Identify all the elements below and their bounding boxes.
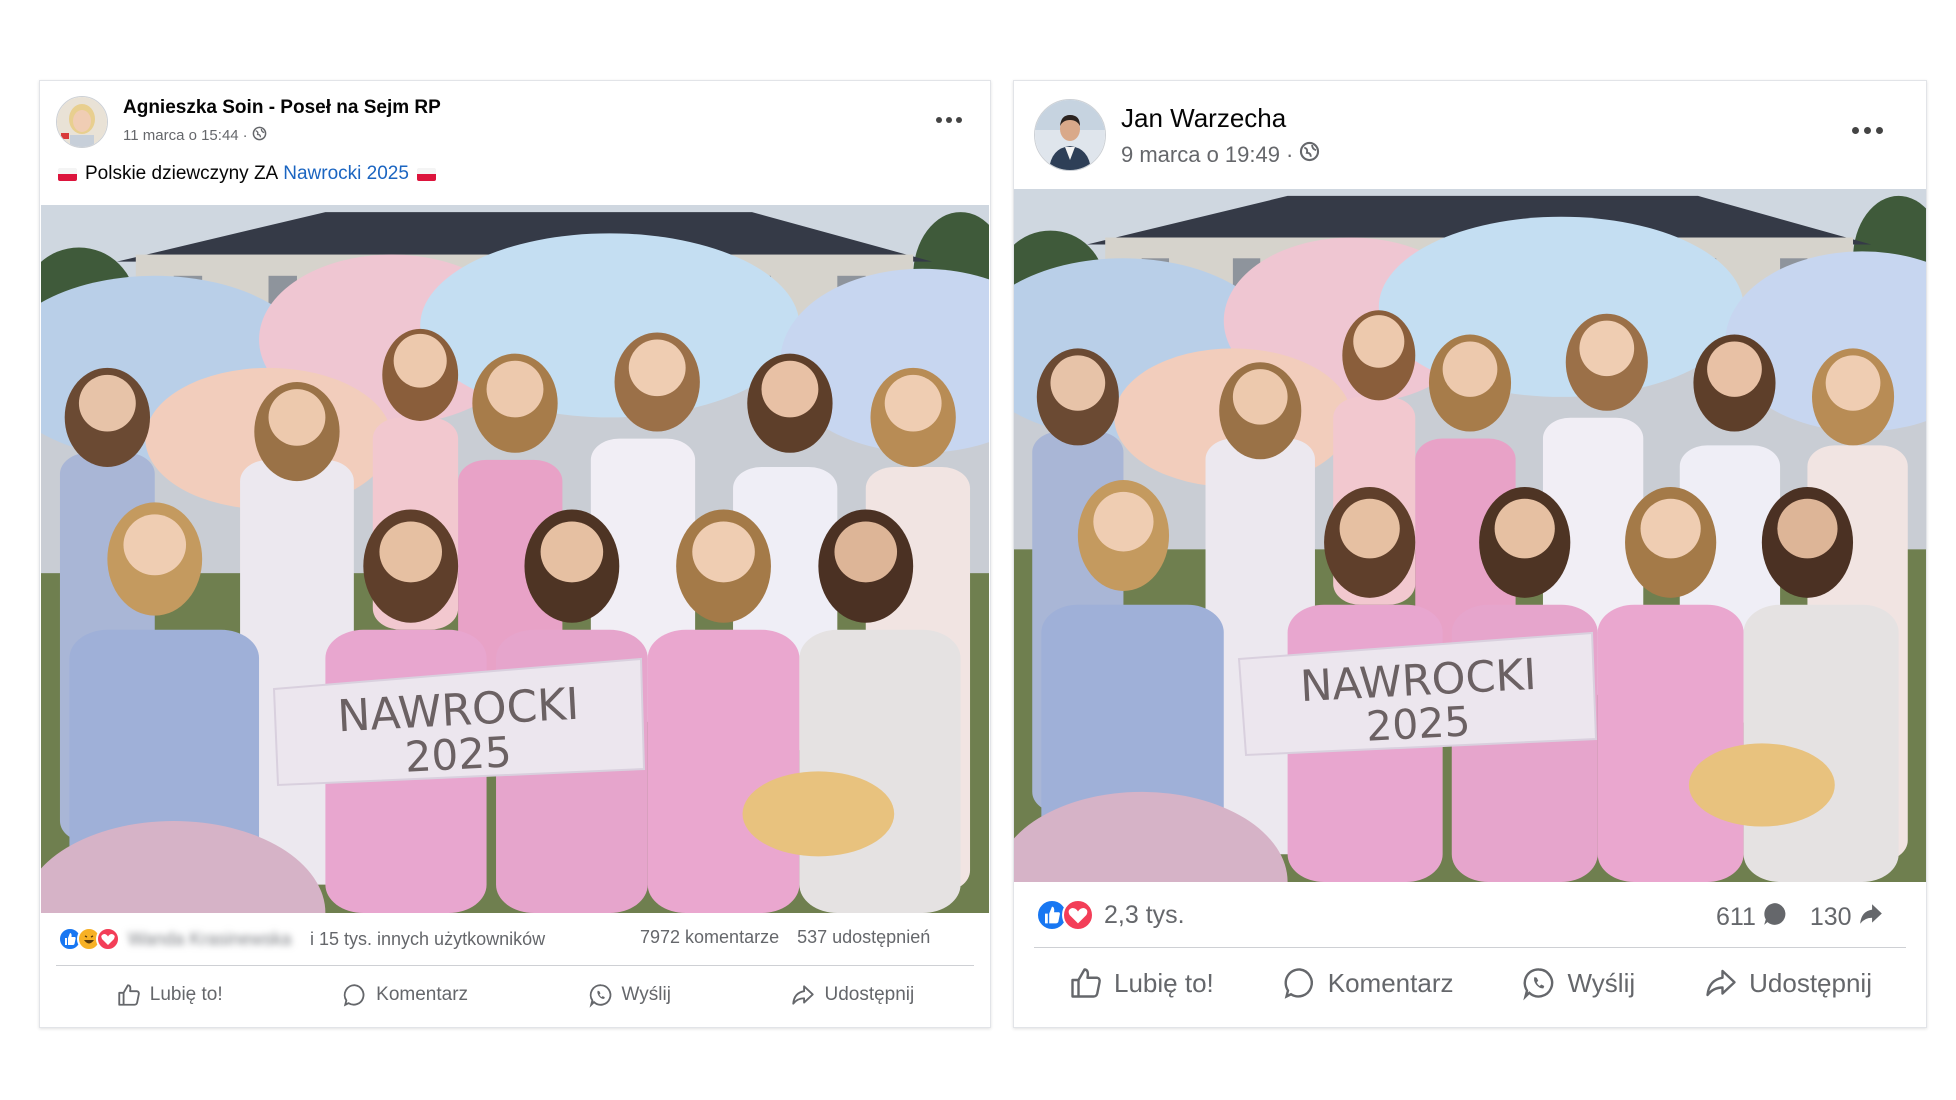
reactions-summary[interactable]: 2,3 tys. [1036,899,1185,931]
reactions-summary[interactable]: Wanda Krasinewska i 15 tys. innych użytk… [58,927,545,951]
share-icon [790,982,816,1008]
comment-icon [342,982,368,1008]
shares-count-group[interactable]: 130 [1810,901,1884,934]
author-name[interactable]: Jan Warzecha [1121,103,1286,134]
author-avatar[interactable] [1034,99,1106,171]
like-button[interactable]: Lubię to! [1068,965,1214,1001]
love-reaction-icon [96,927,120,951]
share-label: Udostępnij [824,984,915,1005]
comments-count[interactable]: 7972 komentarze [640,927,779,948]
reaction-others-count: i 15 tys. innych użytkowników [310,928,546,949]
shares-count[interactable]: 537 udostępnień [797,927,930,948]
send-label: Wyślij [1567,967,1636,998]
comment-button[interactable]: Komentarz [1282,965,1454,1001]
author-avatar[interactable] [56,96,108,148]
post-text-body: Polskie dziewczyny ZA [85,163,279,184]
post-photo[interactable]: NAWROCKI 2025 [1014,189,1926,882]
thumbs-up-icon [1068,965,1104,1001]
comment-bubble-icon [1762,901,1788,934]
post-meta: 9 marca o 19:49 · [1121,141,1320,168]
meta-separator: · [1285,141,1294,167]
share-icon [1703,965,1739,1001]
post-photo[interactable]: NAWROCKI 2025 [41,205,989,913]
thumbs-up-icon [116,982,142,1008]
more-options-icon[interactable] [936,117,962,123]
like-button[interactable]: Lubię to! [116,982,223,1008]
action-bar-divider [56,965,974,966]
comment-button[interactable]: Komentarz [342,982,468,1008]
hashtag-link[interactable]: Nawrocki 2025 [283,163,409,185]
share-arrow-icon [1858,901,1884,934]
post-text: Polskie dziewczyny ZA Nawrocki 2025 [58,163,436,185]
post-card-jan-warzecha: Jan Warzecha 9 marca o 19:49 · NAWROCKI … [1013,80,1927,1028]
share-button[interactable]: Udostępnij [1703,965,1872,1001]
comment-label: Komentarz [1327,967,1454,998]
engagement-counts: 7972 komentarze 537 udostępnień [640,927,930,948]
post-date[interactable]: 9 marca o 19:49 [1121,142,1280,168]
photo-banner-line2: 2025 [404,727,513,782]
author-name[interactable]: Agnieszka Soin - Poseł na Sejm RP [123,97,441,119]
comments-count: 611 [1716,903,1756,931]
like-label: Lubię to! [1114,967,1214,998]
shares-count: 130 [1809,903,1852,931]
post-date[interactable]: 11 marca o 15:44 [123,127,239,144]
comments-count-group[interactable]: 611 [1716,901,1788,934]
poland-flag-icon [58,167,77,181]
comment-icon [1282,965,1318,1001]
poland-flag-icon [416,167,436,181]
send-label: Wyślij [621,984,671,1005]
post-meta: 11 marca o 15:44 · [123,126,267,145]
like-label: Lubię to! [149,984,223,1005]
love-reaction-icon [1062,899,1094,931]
meta-separator: · [242,127,248,144]
action-bar: Lubię to! Komentarz Wyślij Udostępnij [1034,953,1906,1013]
share-button[interactable]: Udostępnij [790,982,914,1008]
share-label: Udostępnij [1749,967,1872,998]
more-options-icon[interactable] [1852,127,1883,134]
comment-label: Komentarz [376,984,469,1005]
reaction-names-blurred: Wanda Krasinewska [128,928,292,949]
action-bar: Lubię to! Komentarz Wyślij Udostępnij [56,971,974,1019]
whatsapp-icon [588,982,614,1008]
globe-icon [252,126,267,145]
whatsapp-icon [1521,965,1557,1001]
send-button[interactable]: Wyślij [588,982,671,1008]
reaction-count: 2,3 tys. [1104,900,1185,929]
action-bar-divider [1034,947,1906,948]
globe-icon [1299,141,1320,168]
post-card-agnieszka-soin: Agnieszka Soin - Poseł na Sejm RP 11 mar… [39,80,991,1028]
send-button[interactable]: Wyślij [1521,965,1635,1001]
photo-banner-line2: 2025 [1365,697,1472,750]
engagement-counts: 611 130 [1716,901,1884,934]
